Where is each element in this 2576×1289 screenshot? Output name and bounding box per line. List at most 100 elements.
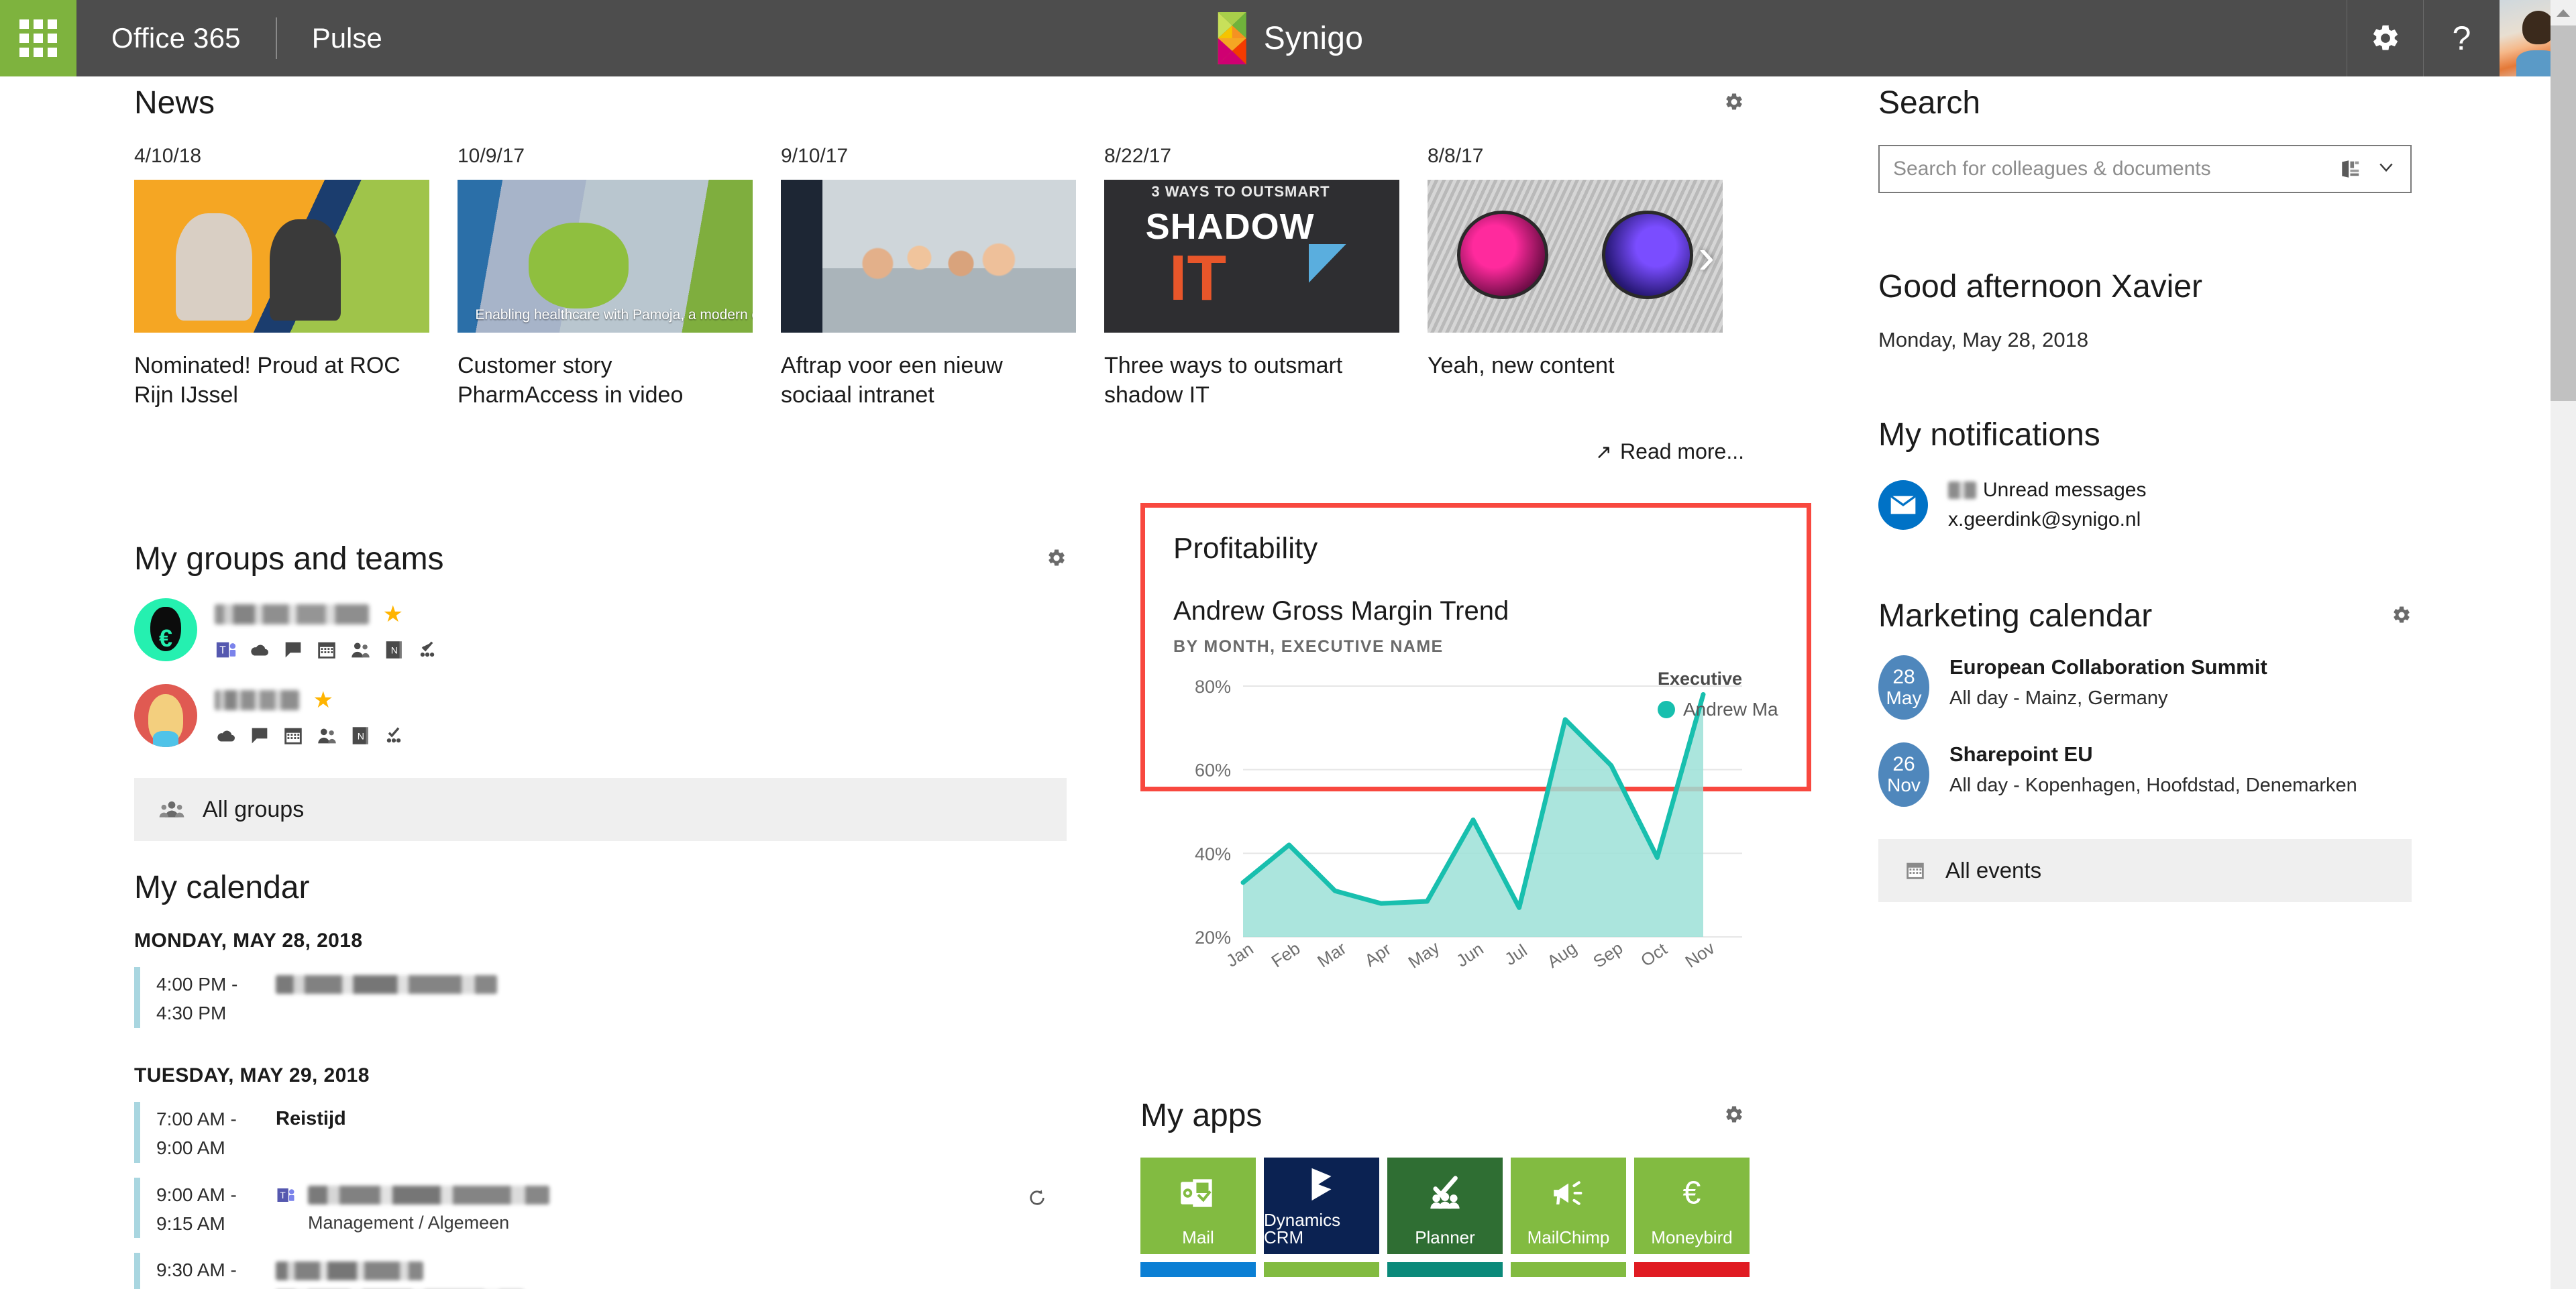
group-avatar-person	[134, 684, 197, 747]
event-day: 26	[1892, 752, 1915, 775]
app-tile-label: Moneybird	[1651, 1227, 1733, 1247]
outlook-icon	[1140, 1158, 1256, 1229]
news-settings-button[interactable]	[1724, 92, 1744, 115]
app-tile-partial[interactable]	[1140, 1262, 1256, 1277]
event-times: 4:00 PM - 4:30 PM	[156, 967, 276, 1028]
help-button[interactable]: ?	[2423, 0, 2500, 76]
onenote-icon[interactable]: N	[382, 638, 405, 661]
onedrive-icon[interactable]	[215, 724, 237, 747]
members-icon[interactable]	[349, 638, 372, 661]
legend-title: Executive	[1658, 669, 1743, 689]
svg-text:Mar: Mar	[1313, 938, 1350, 971]
app-name-link[interactable]: Pulse	[277, 0, 417, 76]
app-launcher-button[interactable]	[0, 0, 76, 76]
notification-headline: Unread messages	[1948, 475, 2146, 505]
planner-icon[interactable]	[382, 724, 405, 747]
read-more-label: Read more...	[1620, 439, 1744, 464]
synigo-logo[interactable]: Synigo	[1213, 0, 1364, 76]
event-color-bar	[134, 1101, 140, 1163]
notification-item[interactable]: Unread messages x.geerdink@synigo.nl	[1878, 475, 2415, 534]
search-section: Search	[1878, 87, 2415, 193]
all-events-button[interactable]: All events	[1878, 839, 2412, 902]
gross-margin-area-chart[interactable]: 80% 60% 40% 20% Jan Feb Mar Apr May Jun Jul Aug Sep O…	[1173, 669, 1778, 1009]
my-apps-section: My apps Mail Dynamics CRM Planner MailCh…	[1140, 1100, 1811, 1277]
app-tile-mailchimp[interactable]: MailChimp	[1511, 1158, 1626, 1254]
scrollbar-thumb[interactable]	[2551, 25, 2576, 401]
my-apps-title: My apps	[1140, 1098, 1263, 1133]
euro-icon: €	[1634, 1158, 1750, 1229]
marketing-calendar-title: Marketing calendar	[1878, 598, 2153, 634]
news-title-text: Aftrap voor een nieuw sociaal intranet	[781, 353, 1003, 408]
profitability-title: Profitability	[1173, 532, 1318, 565]
delve-icon[interactable]	[2339, 158, 2362, 180]
marketing-event[interactable]: 28 May European Collaboration Summit All…	[1878, 655, 2415, 720]
calendar-event[interactable]: 4:00 PM - 4:30 PM	[134, 967, 1067, 1028]
group-item[interactable]: ★ T N	[134, 598, 1067, 661]
dynamics-icon	[1264, 1158, 1379, 1211]
all-groups-button[interactable]: All groups	[134, 778, 1067, 841]
marketing-calendar-settings-button[interactable]	[2392, 605, 2412, 628]
search-box[interactable]	[1878, 145, 2412, 193]
news-card[interactable]: 8/8/17 › Yeah, new content	[1428, 145, 1723, 410]
planner-icon[interactable]	[416, 638, 439, 661]
my-apps-settings-button[interactable]	[1724, 1105, 1744, 1128]
news-section: News 4/10/18 Nominated! Proud at ROC Rij…	[134, 87, 1811, 464]
calendar-event[interactable]: 7:00 AM - 9:00 AM Reistijd	[134, 1101, 1067, 1163]
chevron-down-icon[interactable]	[2374, 159, 2398, 180]
app-tile-partial[interactable]	[1387, 1262, 1503, 1277]
news-read-more-link[interactable]: ↗ Read more...	[134, 439, 1744, 464]
app-tile-dynamics-crm[interactable]: Dynamics CRM	[1264, 1158, 1379, 1254]
notification-text: Unread messages x.geerdink@synigo.nl	[1948, 475, 2146, 534]
onedrive-icon[interactable]	[248, 638, 271, 661]
office365-home-link[interactable]: Office 365	[76, 0, 276, 76]
thumb-accent-shape	[1308, 243, 1346, 283]
event-title: Sharepoint EU	[1949, 742, 2093, 766]
favorite-star-icon[interactable]: ★	[313, 687, 333, 713]
scroll-up-button[interactable]	[2551, 0, 2576, 25]
calendar-refresh-button[interactable]	[1026, 1187, 1048, 1212]
search-input[interactable]	[1893, 158, 2339, 180]
legend-item[interactable]: Andrew Ma	[1658, 699, 1812, 720]
group-item[interactable]: ★ N	[134, 684, 1067, 747]
calendar-event[interactable]: 9:00 AM - 9:15 AM T Management / Algemee…	[134, 1177, 1067, 1239]
members-icon[interactable]	[315, 724, 338, 747]
megaphone-icon	[1511, 1158, 1626, 1229]
app-tile-partial[interactable]	[1264, 1262, 1379, 1277]
settings-button[interactable]	[2347, 0, 2423, 76]
page-scrollbar[interactable]	[2551, 0, 2576, 1289]
search-title: Search	[1878, 85, 1981, 121]
app-tile-partial[interactable]	[1634, 1262, 1750, 1277]
app-tile-partial[interactable]	[1511, 1262, 1626, 1277]
app-tile-moneybird[interactable]: € Moneybird	[1634, 1158, 1750, 1254]
groups-header: My groups and teams	[134, 543, 1067, 575]
news-card[interactable]: 10/9/17 Enabling healthcare with Pamoja,…	[458, 145, 753, 410]
groups-settings-button[interactable]	[1046, 548, 1067, 571]
news-card[interactable]: 4/10/18 Nominated! Proud at ROC Rijn IJs…	[134, 145, 429, 410]
chart-svg: 80%60%40%20%Jan Feb Mar Apr May Jun Jul Aug Sep O…	[1195, 677, 1742, 972]
synigo-logo-icon	[1213, 12, 1252, 64]
news-card[interactable]: 9/10/17 Aftrap voor een nieuw sociaal in…	[781, 145, 1076, 410]
app-tile-planner[interactable]: Planner	[1387, 1158, 1503, 1254]
thumb-lens-left	[1457, 210, 1549, 299]
teams-icon[interactable]: T	[215, 638, 237, 661]
event-times: 7:00 AM - 9:00 AM	[156, 1102, 276, 1163]
group-name-row: ★	[215, 601, 439, 628]
news-title-text: Yeah, new content	[1428, 353, 1615, 378]
synigo-logo-text: Synigo	[1263, 20, 1364, 56]
app-tile-mail[interactable]: Mail	[1140, 1158, 1256, 1254]
onenote-icon[interactable]: N	[349, 724, 372, 747]
event-month: May	[1886, 687, 1922, 709]
calendar-event[interactable]: 9:30 AM - 10:30 AM	[134, 1253, 1067, 1289]
calendar-icon[interactable]	[315, 638, 338, 661]
marketing-event[interactable]: 26 Nov Sharepoint EU All day - Kopenhage…	[1878, 742, 2415, 807]
gear-icon	[2373, 25, 2398, 50]
calendar-icon[interactable]	[282, 724, 305, 747]
carousel-next-button[interactable]: ›	[1698, 231, 1715, 281]
news-card[interactable]: 8/22/17 3 WAYS TO OUTSMART SHADOW IT Thr…	[1104, 145, 1399, 410]
conversations-icon[interactable]	[248, 724, 271, 747]
favorite-star-icon[interactable]: ★	[382, 602, 402, 627]
thumb-headline-large: SHADOW	[1145, 206, 1315, 247]
news-thumbnail	[781, 180, 1076, 333]
group-name-redacted	[215, 604, 369, 624]
conversations-icon[interactable]	[282, 638, 305, 661]
